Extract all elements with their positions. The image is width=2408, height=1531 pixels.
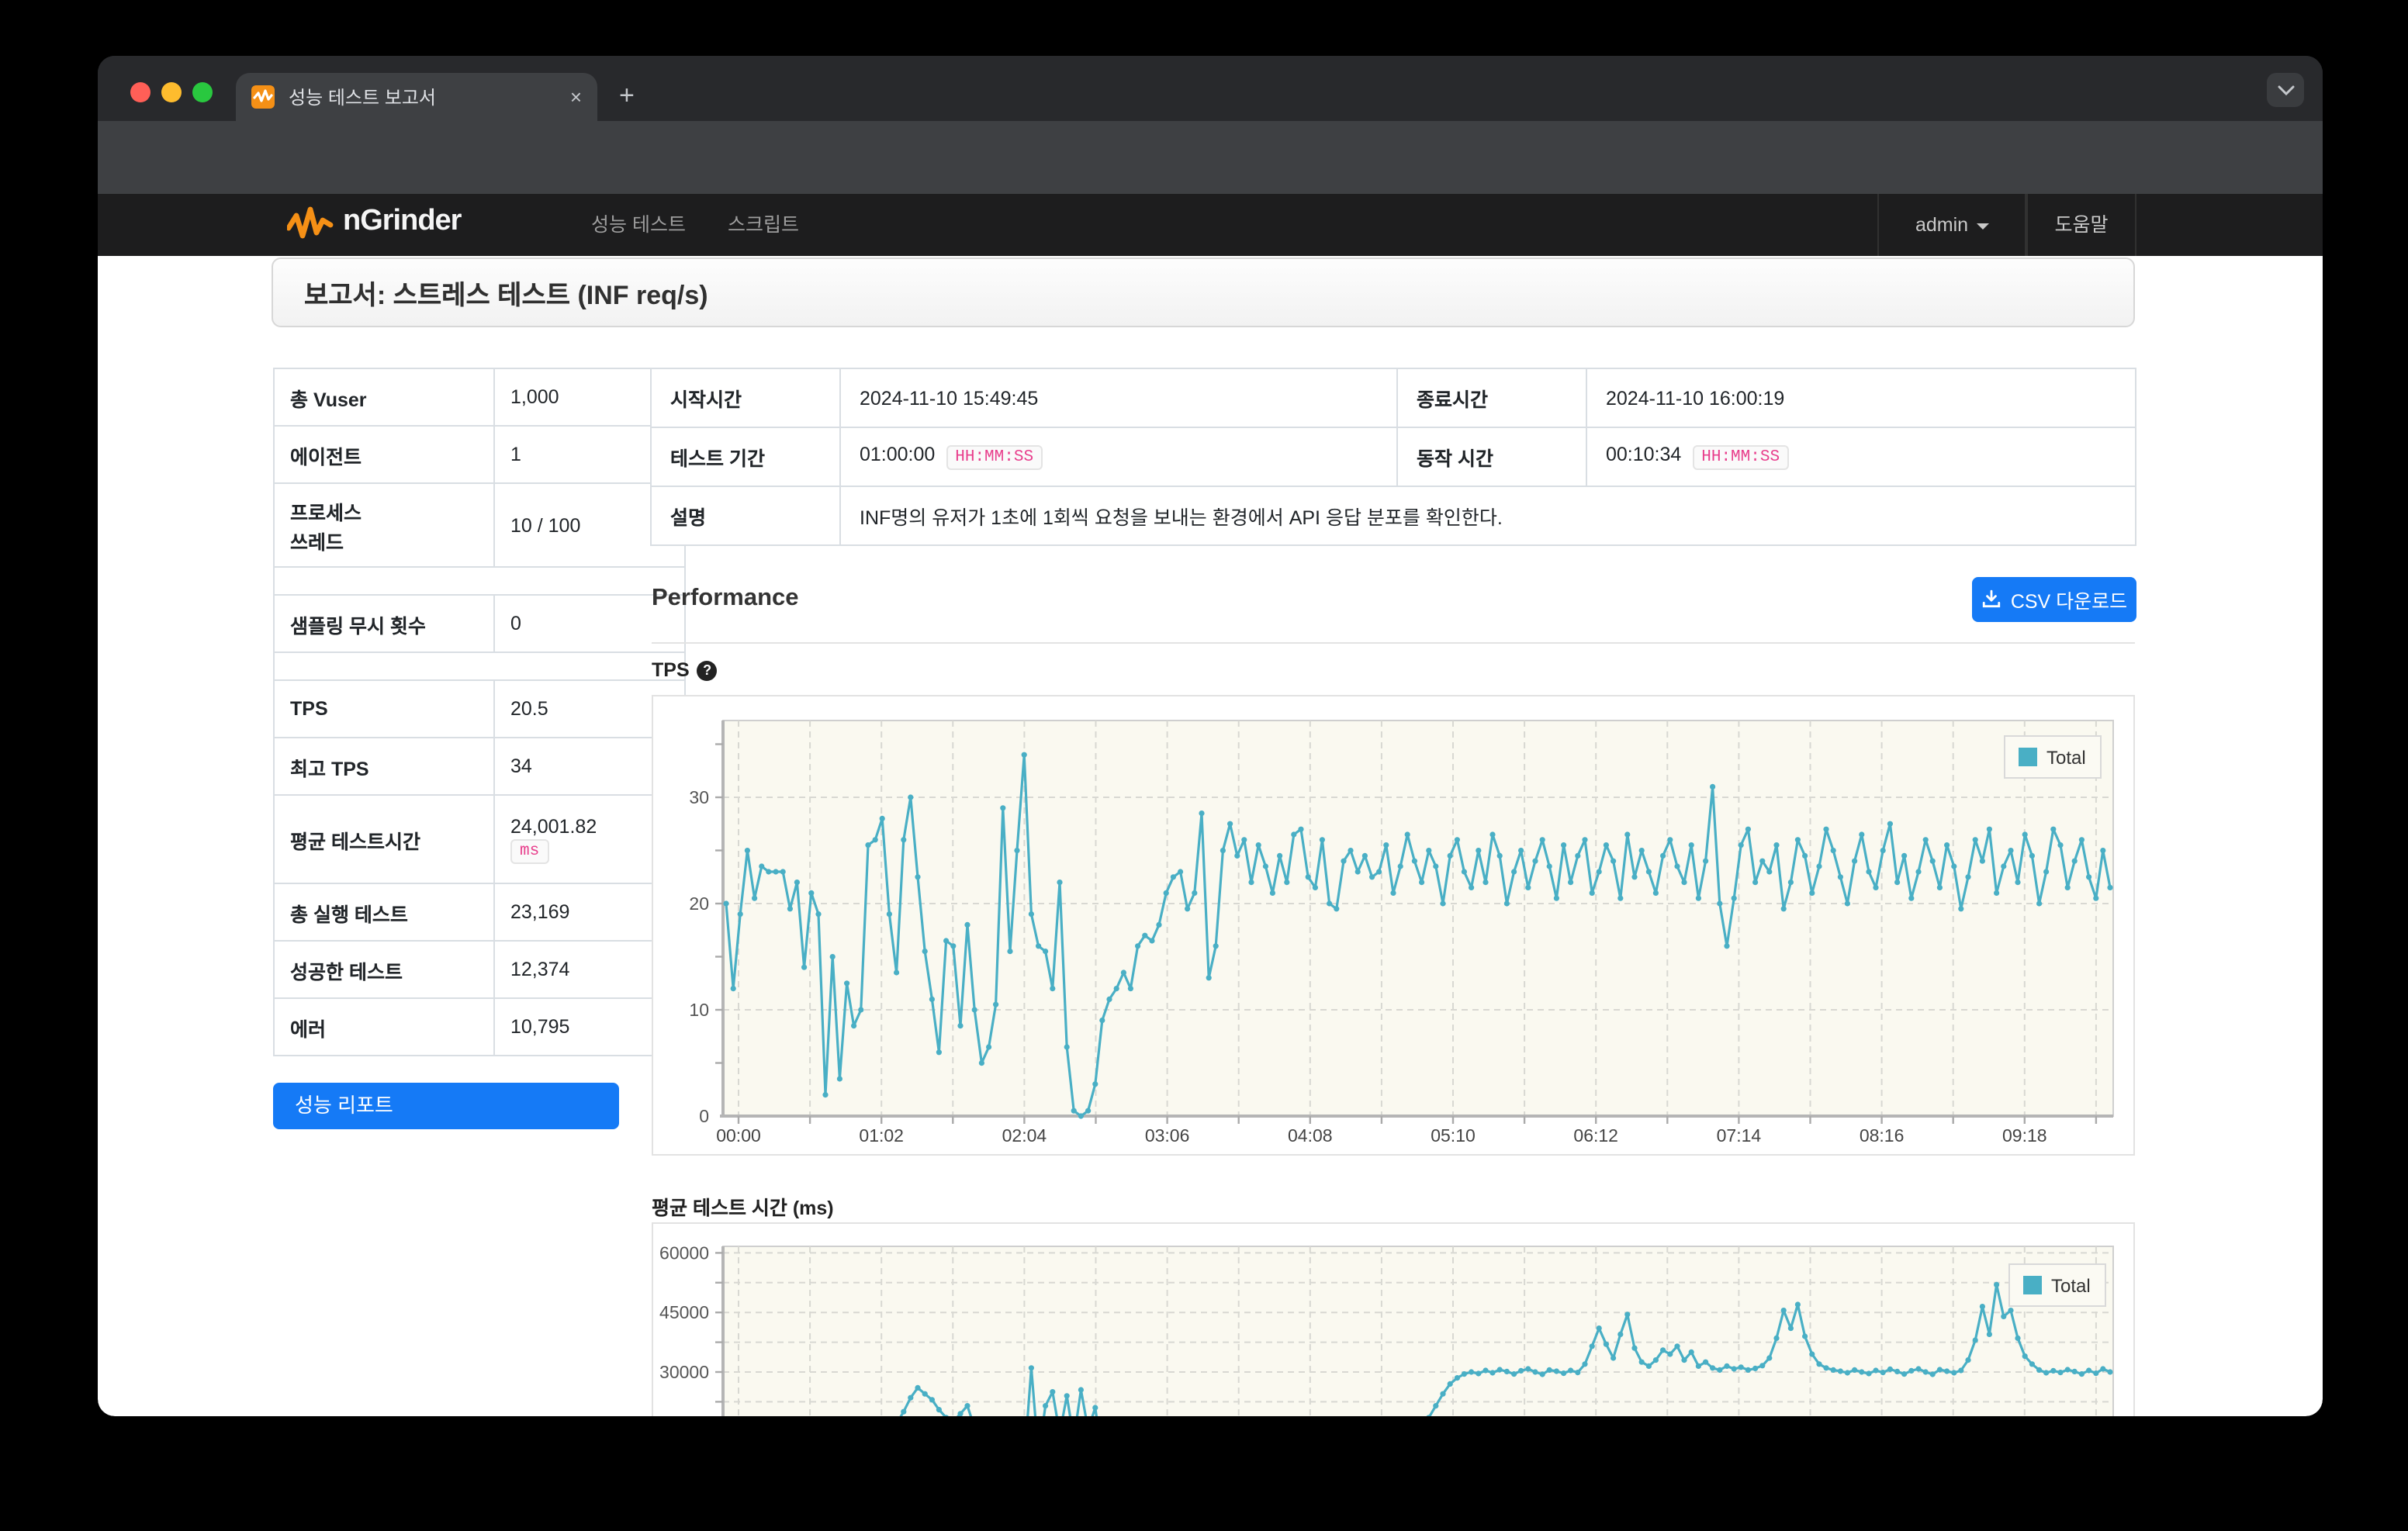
browser-window: 성능 테스트 보고서 × + http://localhost:9000/per… [98, 56, 2323, 1416]
svg-text:30000: 30000 [659, 1362, 709, 1382]
svg-text:06:12: 06:12 [1573, 1125, 1618, 1146]
page-title: 보고서: 스트레스 테스트 (INF req/s) [304, 281, 708, 310]
table-spacer-row [273, 566, 686, 596]
table-row: TPS 20.5 [273, 679, 686, 738]
brand-name[interactable]: nGrinder [343, 205, 462, 239]
time-format-badge: HH:MM:SS [1692, 445, 1790, 470]
svg-text:08:16: 08:16 [1860, 1125, 1905, 1146]
svg-text:0: 0 [699, 1106, 709, 1126]
page-viewport: nGrinder 성능 테스트 스크립트 admin 도움말 보고서: 스트레스… [98, 194, 2323, 1416]
svg-text:60000: 60000 [659, 1242, 709, 1263]
time-format-badge: HH:MM:SS [946, 445, 1043, 470]
table-spacer-row [273, 651, 686, 681]
download-icon [1982, 589, 2000, 608]
svg-text:Total: Total [2051, 1276, 2091, 1297]
user-menu[interactable]: admin [1877, 194, 2026, 256]
test-info-table: 시작시간 2024-11-10 15:49:45 종료시간 2024-11-10… [650, 368, 2136, 546]
table-row: 최고 TPS 34 [273, 737, 686, 796]
svg-text:20: 20 [689, 893, 709, 914]
nav-perftest[interactable]: 성능 테스트 [591, 194, 686, 256]
summary-table: 총 Vuser 1,000 에이전트 1 프로세스 쓰레드 10 / 100 샘플링 … [273, 368, 686, 1056]
chevron-down-icon [2277, 85, 2294, 95]
tps-chart-card: 0 10 20 30 00:00 01:02 02:04 03:06 04:08 05:10 06:… [652, 695, 2135, 1156]
table-row: 시작시간 2024-11-10 15:49:45 종료시간 2024-11-10… [650, 368, 2136, 428]
report-title-card: 보고서: 스트레스 테스트 (INF req/s) [272, 257, 2135, 327]
mtt-chart-card: 30000 45000 60000 Total [652, 1222, 2135, 1416]
new-tab-button[interactable]: + [619, 82, 635, 109]
tab-strip: 성능 테스트 보고서 × + [98, 56, 2323, 121]
csv-download-button[interactable]: CSV 다운로드 [1972, 577, 2136, 622]
table-row: 총 실행 테스트 23,169 [273, 883, 686, 942]
user-name: admin [1915, 214, 1969, 236]
table-row: 샘플링 무시 횟수 0 [273, 594, 686, 653]
tab-close-icon[interactable]: × [570, 87, 582, 107]
maximize-window-button[interactable] [192, 82, 213, 102]
svg-text:03:06: 03:06 [1145, 1125, 1190, 1146]
desktop: 성능 테스트 보고서 × + http://localhost:9000/per… [0, 0, 2408, 1531]
ngrinder-logo-icon[interactable] [287, 206, 334, 244]
svg-text:09:18: 09:18 [2002, 1125, 2047, 1146]
tps-chart-label: TPS ? [652, 659, 718, 681]
svg-text:01:02: 01:02 [859, 1125, 904, 1146]
svg-text:00:00: 00:00 [716, 1125, 761, 1146]
svg-text:05:10: 05:10 [1431, 1125, 1476, 1146]
minimize-window-button[interactable] [161, 82, 182, 102]
svg-text:02:04: 02:04 [1002, 1125, 1047, 1146]
tab-search-chevron-button[interactable] [2267, 73, 2304, 107]
tab-title: 성능 테스트 보고서 [289, 87, 436, 109]
browser-toolbar: http://localhost:9000/perftest/39/detail… [98, 121, 2323, 247]
table-row: 성공한 테스트 12,374 [273, 940, 686, 999]
caret-down-icon [1976, 223, 1989, 230]
svg-text:30: 30 [689, 787, 709, 807]
table-row: 평균 테스트시간 24,001.82 ms [273, 794, 686, 884]
table-row: 설명 INF명의 유저가 1초에 1회씩 요청을 보내는 환경에서 API 응답… [650, 486, 2136, 546]
performance-report-button[interactable]: 성능 리포트 [273, 1083, 619, 1129]
svg-text:10: 10 [689, 1000, 709, 1020]
browser-tab[interactable]: 성능 테스트 보고서 × [236, 73, 597, 121]
ngrinder-navbar: nGrinder 성능 테스트 스크립트 admin 도움말 [98, 194, 2323, 256]
mtt-chart-label: 평균 테스트 시간 (ms) [652, 1197, 834, 1219]
ngrinder-favicon-icon [251, 85, 275, 109]
help-icon[interactable]: ? [697, 660, 718, 680]
description-value: INF명의 유저가 1초에 1회씩 요청을 보내는 환경에서 API 응답 분포… [839, 486, 2136, 546]
svg-text:07:14: 07:14 [1717, 1125, 1762, 1146]
svg-text:Total: Total [2046, 748, 2086, 769]
help-link[interactable]: 도움말 [2026, 194, 2136, 256]
close-window-button[interactable] [130, 82, 150, 102]
table-row: 에이전트 1 [273, 425, 686, 484]
tps-chart: 0 10 20 30 00:00 01:02 02:04 03:06 04:08 05:10 06:… [689, 720, 2114, 1146]
mtt-chart: 30000 45000 60000 Total [659, 1242, 2114, 1416]
table-row: 에러 10,795 [273, 997, 686, 1056]
svg-text:45000: 45000 [659, 1302, 709, 1322]
table-row: 총 Vuser 1,000 [273, 368, 686, 427]
nav-script[interactable]: 스크립트 [728, 194, 799, 256]
svg-text:04:08: 04:08 [1288, 1125, 1333, 1146]
section-divider [652, 642, 2135, 644]
table-row: 테스트 기간 01:00:00 HH:MM:SS 동작 시간 00:10:34 … [650, 427, 2136, 487]
table-row: 프로세스 쓰레드 10 / 100 [273, 482, 686, 568]
performance-heading: Performance [652, 585, 799, 611]
ms-badge: ms [510, 838, 549, 863]
